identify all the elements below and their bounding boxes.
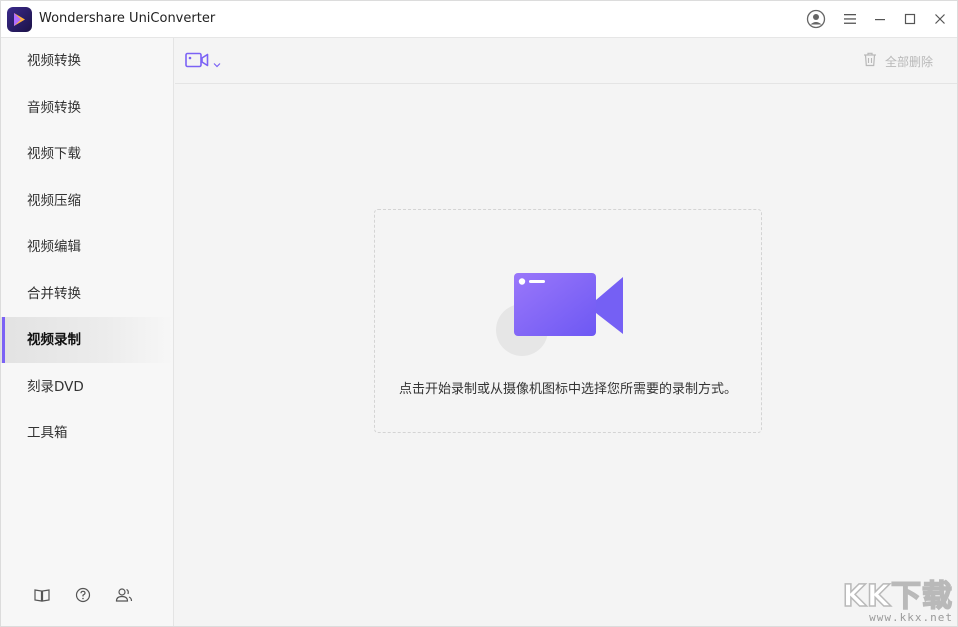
sidebar-item-screen-record[interactable]: 视频录制 [1,317,173,363]
app-title: Wondershare UniConverter [39,11,216,26]
sidebar-item-burn-dvd[interactable]: 刻录DVD [1,364,173,410]
menu-icon[interactable] [838,7,862,31]
title-bar: Wondershare UniConverter [1,1,957,38]
sidebar-item-merge-convert[interactable]: 合并转换 [1,271,173,317]
video-camera-illustration-icon[interactable] [495,268,625,362]
chevron-down-icon [213,53,221,72]
app-window: Wondershare UniConverter 视频转换 音频转换 视频下载 … [0,0,958,627]
sidebar-item-video-convert[interactable]: 视频转换 [1,38,173,84]
maximize-icon[interactable] [898,7,922,31]
sidebar-item-toolbox[interactable]: 工具箱 [1,410,173,456]
watermark-brand: KK下载 [842,578,953,615]
account-switch-icon[interactable] [114,585,134,605]
toolbar: 全部删除 [175,38,957,84]
video-camera-icon [185,52,209,72]
guide-book-icon[interactable] [32,585,52,605]
delete-all-button[interactable]: 全部删除 [863,52,933,70]
main-area: 点击开始录制或从摄像机图标中选择您所需要的录制方式。 [175,85,957,626]
trash-icon [863,52,877,70]
sidebar-item-audio-convert[interactable]: 音频转换 [1,85,173,131]
record-drop-zone[interactable]: 点击开始录制或从摄像机图标中选择您所需要的录制方式。 [374,209,762,433]
close-icon[interactable] [928,7,952,31]
record-hint-text: 点击开始录制或从摄像机图标中选择您所需要的录制方式。 [398,382,737,397]
delete-all-label: 全部删除 [884,54,933,69]
sidebar-item-video-download[interactable]: 视频下载 [1,131,173,177]
watermark: KK下载 www.kkx.net [842,571,954,624]
minimize-icon[interactable] [868,7,892,31]
account-icon[interactable] [804,7,828,31]
help-icon[interactable] [73,585,93,605]
sidebar-item-video-edit[interactable]: 视频编辑 [1,224,173,270]
app-logo-icon [7,7,32,32]
sidebar: 视频转换 音频转换 视频下载 视频压缩 视频编辑 合并转换 视频录制 刻录DVD… [1,38,174,626]
sidebar-item-video-compress[interactable]: 视频压缩 [1,178,173,224]
record-mode-dropdown[interactable] [185,52,227,72]
